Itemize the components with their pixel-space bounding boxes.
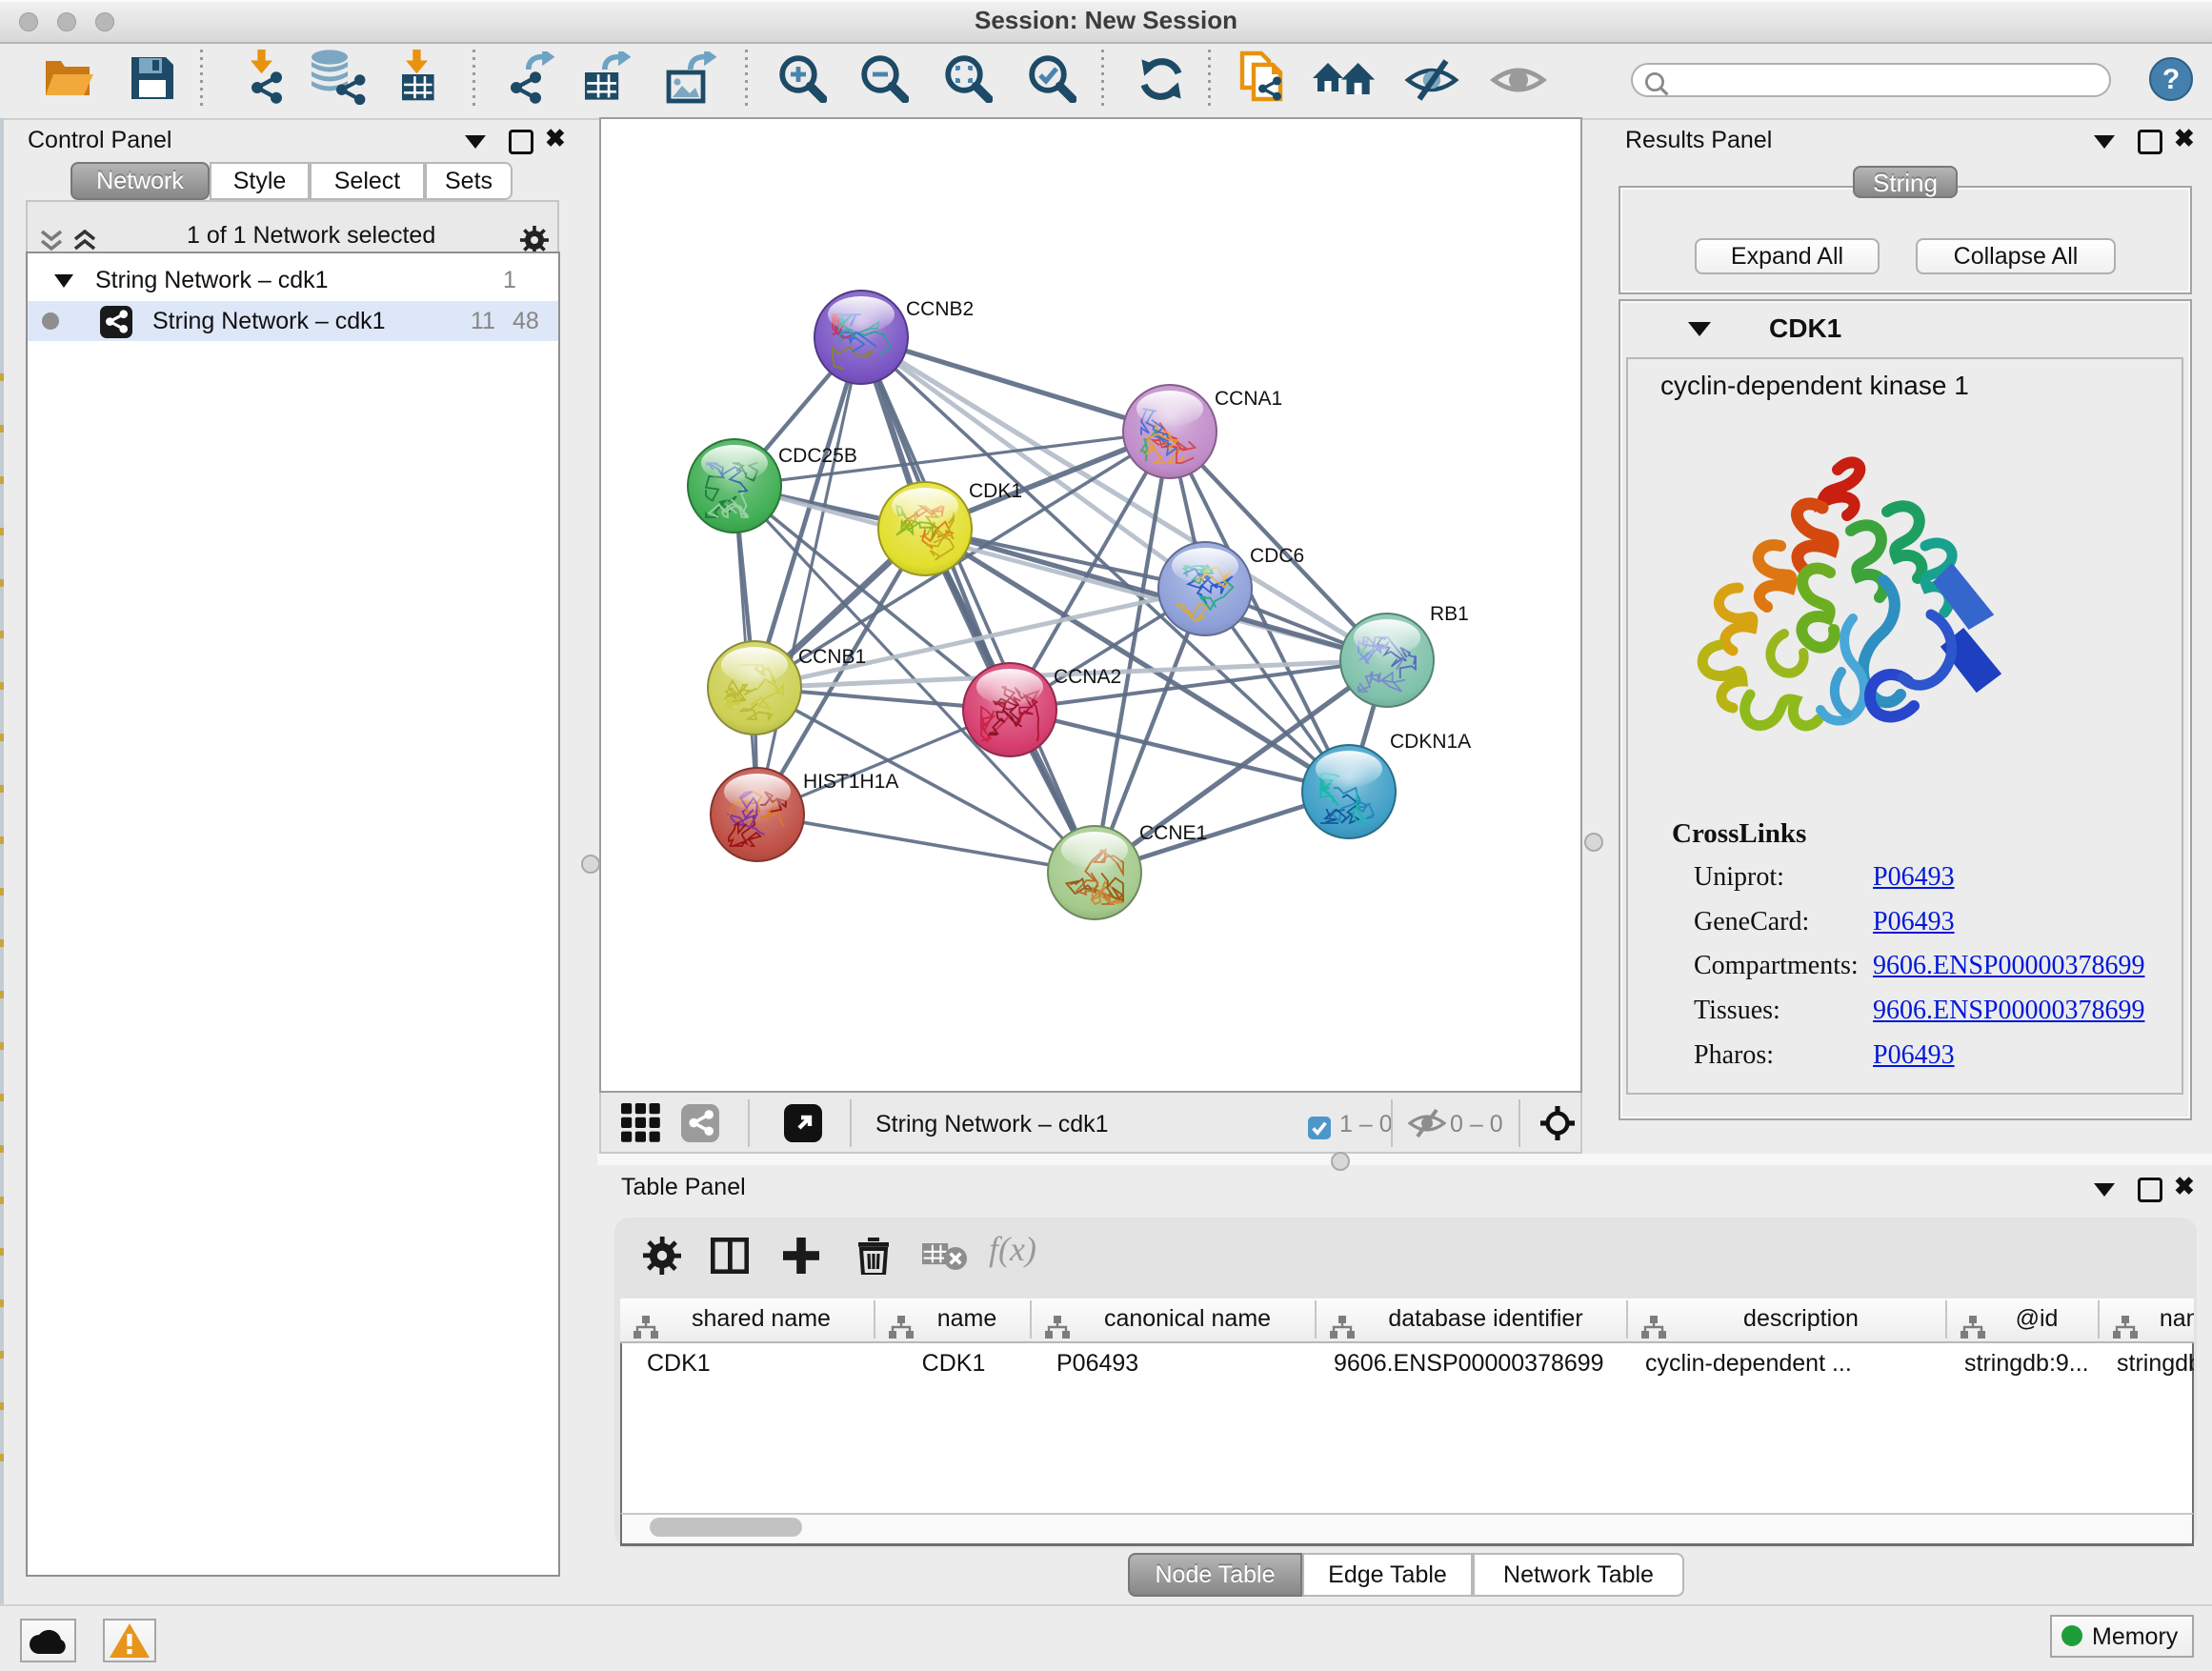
- svg-text:?: ?: [2162, 64, 2180, 95]
- svg-text:CDKN1A: CDKN1A: [1390, 731, 1471, 753]
- svg-text:CCNE1: CCNE1: [1139, 822, 1207, 844]
- svg-text:CCNB2: CCNB2: [906, 298, 974, 320]
- svg-text:CDK1: CDK1: [969, 480, 1022, 502]
- svg-text:CCNB1: CCNB1: [798, 646, 866, 668]
- svg-text:CDC6: CDC6: [1250, 545, 1304, 567]
- svg-text:CCNA1: CCNA1: [1215, 388, 1282, 410]
- svg-text:CDC25B: CDC25B: [778, 445, 857, 467]
- svg-text:RB1: RB1: [1430, 603, 1469, 625]
- svg-text:HIST1H1A: HIST1H1A: [803, 771, 898, 793]
- svg-text:CCNA2: CCNA2: [1054, 666, 1121, 688]
